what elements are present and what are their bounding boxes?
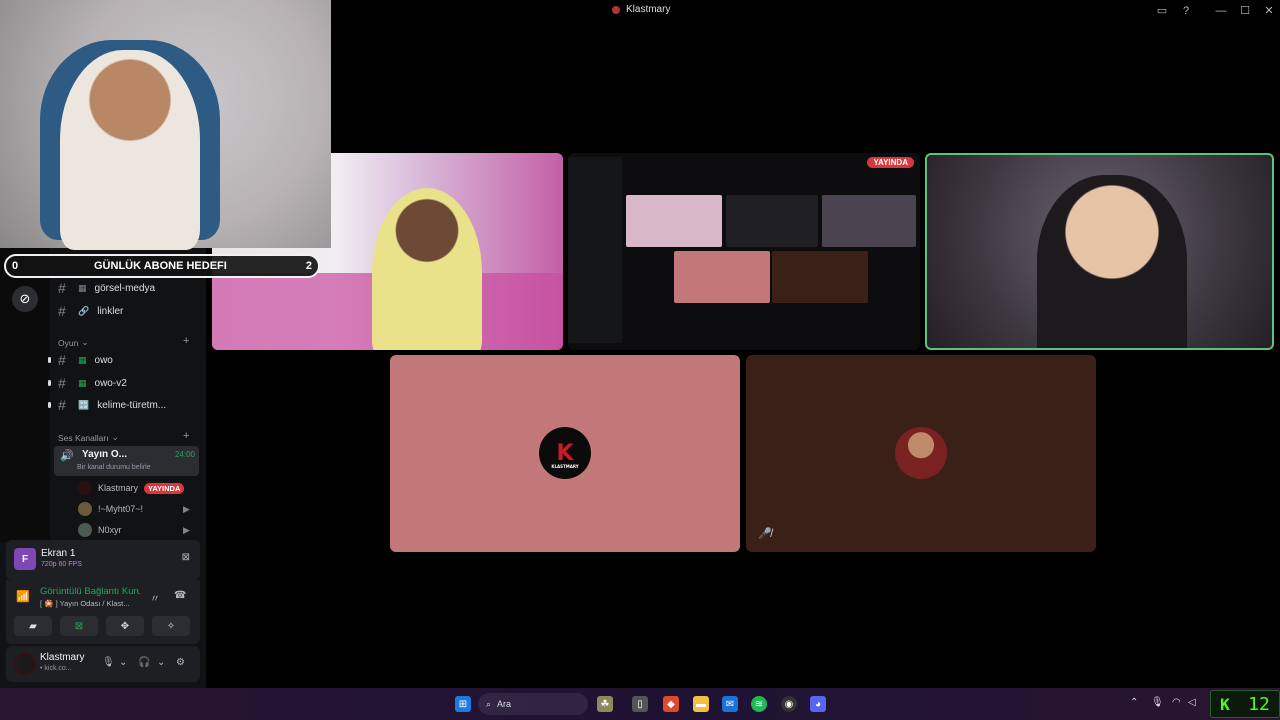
brave-browser-icon[interactable]: ◆ [663,696,679,712]
chevron-down-icon: ⌄ [111,432,119,442]
help-icon[interactable]: ? [1178,3,1194,19]
gear-icon[interactable]: ⚙ [176,657,185,668]
mail-icon[interactable]: ✉ [722,696,738,712]
minimize-button[interactable]: — [1213,3,1229,19]
hash-icon: # [58,352,66,368]
mic-muted-icon: 🎤̸ [758,528,772,540]
add-channel-icon[interactable]: + [183,430,189,442]
spotify-icon[interactable]: ≋ [751,696,767,712]
subscriber-goal-overlay: 0 GÜNLÜK ABONE HEDEFI 2 [4,254,320,278]
volume-icon[interactable]: ◁ [1188,697,1196,708]
task-view-icon[interactable]: ▯ [632,696,648,712]
widgets-icon[interactable]: ☘ [597,696,613,712]
hash-icon: # [58,397,66,413]
live-badge: YAYINDA [867,157,914,168]
hash-icon: # [58,375,66,391]
search-icon: ⌕ [486,698,492,709]
avatar [78,523,92,537]
voice-channel-yayin-odasi[interactable]: 🔊 Yayın O... 24:00 Bir kanal durumu beli… [54,446,199,476]
video-tile-klastmary[interactable] [925,153,1274,350]
signal-icon[interactable]: 📶 [16,590,30,603]
unread-indicator [48,380,51,386]
search-box[interactable]: ⌕ Ara [478,693,588,715]
wifi-icon[interactable]: ◠ [1172,697,1181,708]
window-title: Klastmary [612,4,670,15]
microphone-icon[interactable]: 🎙 [1151,697,1164,708]
chevron-down-icon[interactable]: ⌄ [157,657,165,668]
microphone-icon[interactable]: 🎙 [102,657,115,668]
avatar[interactable] [14,653,36,675]
kick-logo-icon: K [1220,694,1230,714]
headphones-icon[interactable]: 🎧 [138,657,150,668]
disconnect-icon[interactable]: ☎ [174,590,186,601]
channel-gorsel-medya[interactable]: # ▦ görsel-medya [58,278,155,298]
live-badge: YAYINDA [144,482,185,494]
speaker-icon: 🔊 [60,450,74,462]
camera-icon: ▶ [183,504,190,514]
channel-kelime-turetme[interactable]: # 🔡 kelime-türetm... [58,395,166,415]
channel-linkler[interactable]: # 🔗 linkler [58,301,123,321]
stop-stream-icon[interactable]: ⊠ [182,552,190,563]
discover-servers-icon[interactable]: ⊘ [12,286,38,312]
avatar [895,427,947,479]
stream-preview-panel[interactable]: F Ekran 1 720p 60 FPS ⊠ [6,540,200,580]
kick-viewer-widget: K 12 [1210,690,1280,718]
maximize-button[interactable]: ☐ [1237,3,1253,19]
category-oyun[interactable]: Oyun ⌄ [58,337,88,348]
webcam-overlay [0,0,331,250]
inbox-icon[interactable]: ▭ [1154,3,1170,19]
chevron-up-icon[interactable]: ⌃ [1130,697,1138,708]
screen-source-icon: F [14,548,36,570]
file-explorer-icon[interactable]: ▬ [693,696,709,712]
add-channel-icon[interactable]: + [183,335,189,347]
soundboard-button[interactable]: ✧ [152,616,190,636]
close-button[interactable]: ✕ [1261,3,1277,19]
camera-off-button[interactable]: ▰ [14,616,52,636]
avatar: K KLASTMARY [539,427,591,479]
video-tile-user[interactable]: 🎤̸ [746,355,1096,552]
chevron-down-icon: ⌄ [81,337,89,347]
voice-user-klastmary[interactable]: Klastmary YAYINDA [78,479,185,497]
hash-icon: # [58,303,66,319]
voice-user-n0xyr[interactable]: N0xyr [78,521,122,539]
start-icon[interactable]: ⊞ [455,696,471,712]
user-panel: Klastmary • kick.co... 🎙 ⌄ 🎧 ⌄ ⚙ [6,646,200,682]
screen-share-button[interactable]: ⊠ [60,616,98,636]
app-logo-icon [612,5,620,14]
obs-icon[interactable]: ◉ [781,696,797,712]
activities-button[interactable]: ✥ [106,616,144,636]
camera-icon: ▶ [183,525,190,535]
category-ses-kanallari[interactable]: Ses Kanalları ⌄ [58,432,119,443]
taskbar: ⊞ ⌕ Ara ☘ ▯ ◆ ▬ ✉ ≋ ◉ ◕ ⌃ 🎙 ◠ ◁ [0,688,1280,720]
unread-indicator [48,357,51,363]
unread-indicator [48,402,51,408]
noise-suppression-icon[interactable]: 〃 [150,590,160,605]
chevron-down-icon[interactable]: ⌄ [119,657,127,668]
avatar [78,481,92,495]
avatar [78,502,92,516]
channel-owo-v2[interactable]: # ▦ owo-v2 [58,373,127,393]
discord-icon[interactable]: ◕ [810,696,826,712]
video-tile-screen-share[interactable]: YAYINDA [568,153,920,350]
hash-icon: # [58,280,66,296]
channel-owo[interactable]: # ▦ owo [58,350,113,370]
video-tile-n0xyr[interactable]: K KLASTMARY [390,355,740,552]
voice-connection-panel: 📶 Görüntülü Bağlantı Kuruldu [ 🎇 ] Yayın… [6,580,200,644]
voice-user-myht07[interactable]: !~Myht07~! [78,500,143,518]
